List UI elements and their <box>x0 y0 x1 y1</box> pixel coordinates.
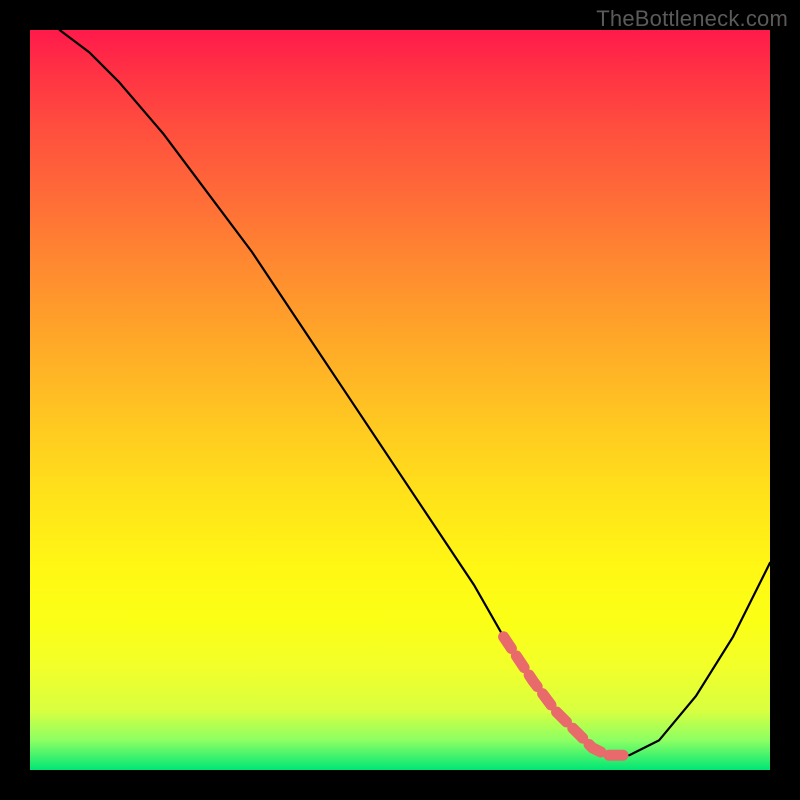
optimal-zone-marker <box>30 30 770 770</box>
chart-plot-area <box>30 30 770 770</box>
watermark-text: TheBottleneck.com <box>596 6 788 32</box>
